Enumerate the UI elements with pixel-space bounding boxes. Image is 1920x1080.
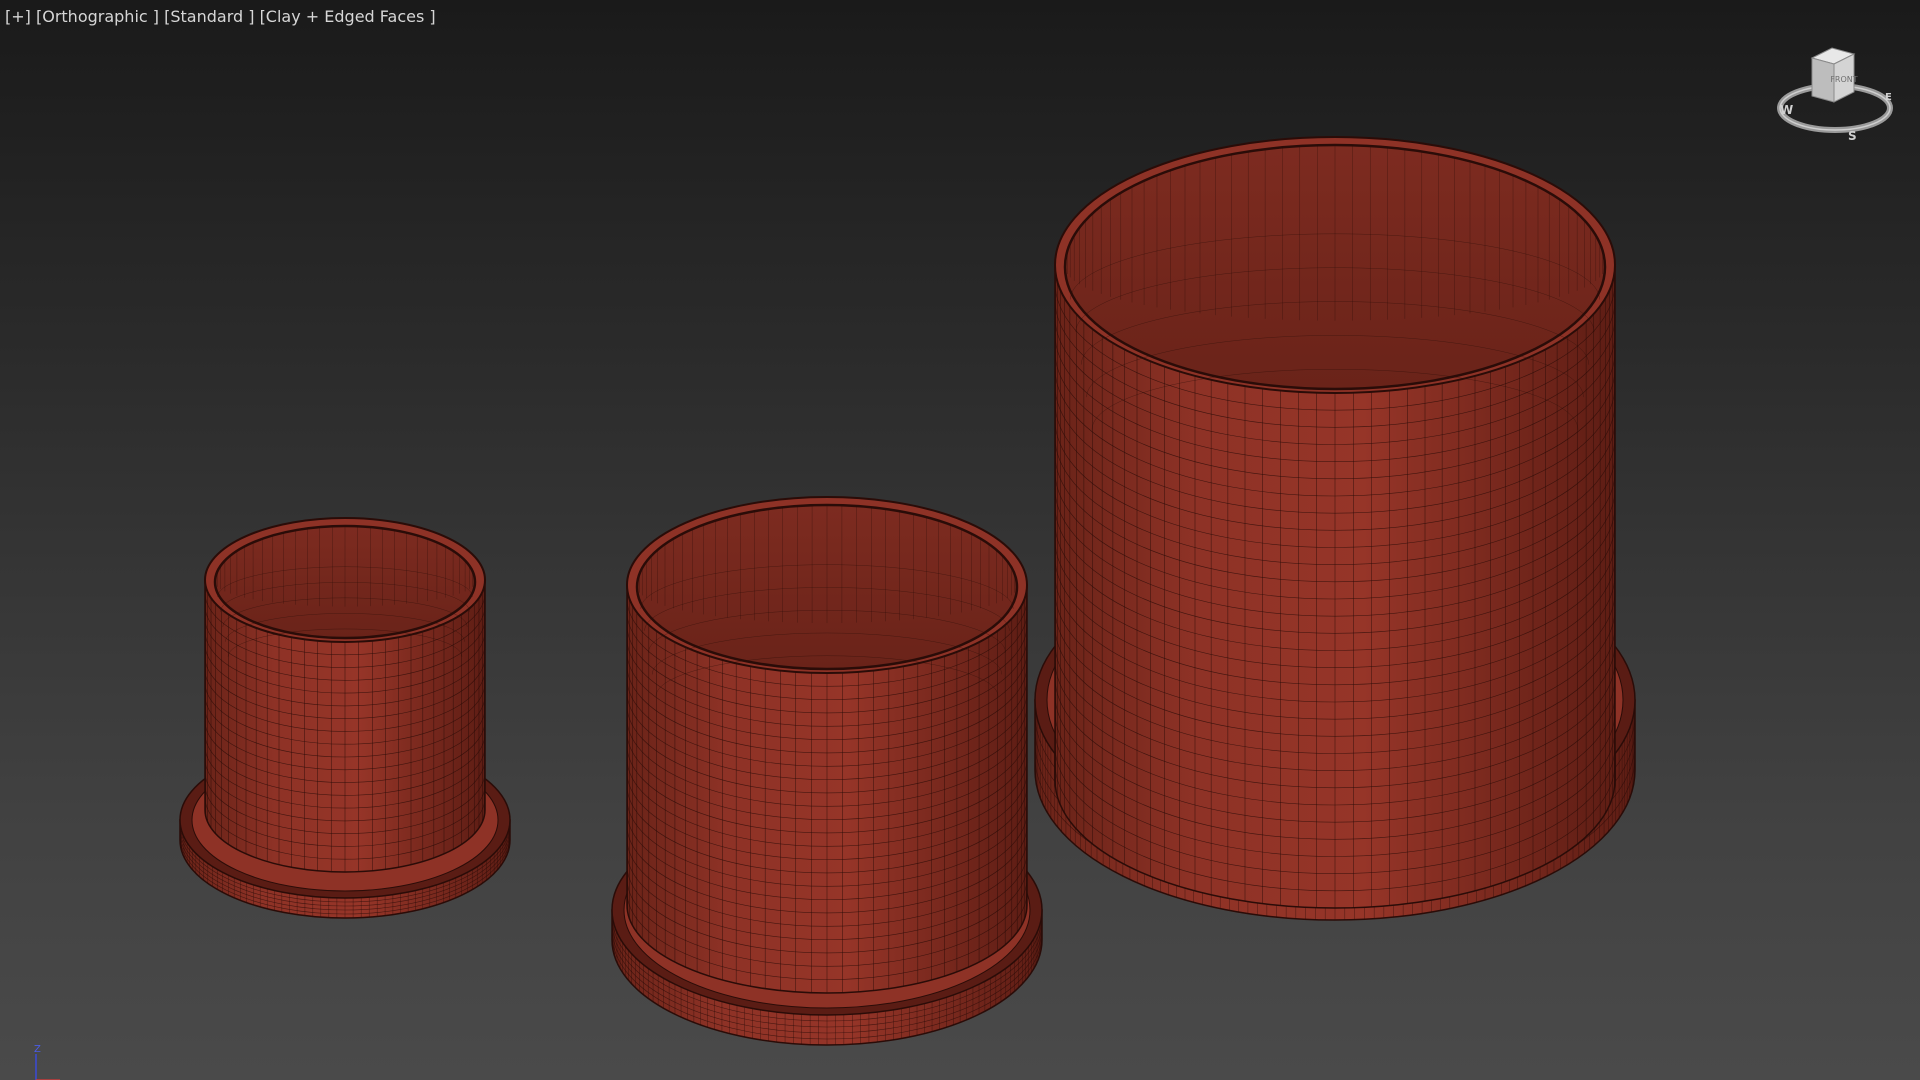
compass-south-label: S bbox=[1848, 129, 1857, 143]
viewcube-cube[interactable]: FRONT bbox=[1810, 47, 1858, 103]
viewcube-face-label: FRONT bbox=[1830, 75, 1857, 84]
compass-west-label: W bbox=[1780, 103, 1793, 117]
viewcube-gizmo[interactable]: FRONT W S E bbox=[1770, 40, 1900, 150]
large-pot[interactable] bbox=[1034, 136, 1636, 921]
viewport-scene[interactable] bbox=[0, 0, 1920, 1080]
axis-tripod: Z bbox=[34, 1044, 60, 1080]
z-axis-label: Z bbox=[34, 1044, 41, 1055]
compass-east-label: E bbox=[1885, 92, 1892, 103]
small-pot[interactable] bbox=[179, 517, 511, 919]
medium-pot[interactable] bbox=[611, 496, 1043, 1046]
